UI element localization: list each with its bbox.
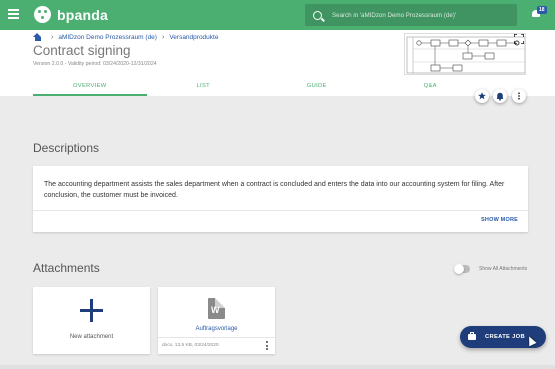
tab-guide[interactable]: GUIDE xyxy=(260,80,374,96)
word-document-icon: W xyxy=(208,298,225,319)
descriptions-heading: Descriptions xyxy=(33,141,100,155)
search-icon xyxy=(313,10,322,20)
search-input[interactable]: Search in 'aMIDzon Demo Prozessraum (de)… xyxy=(305,4,517,26)
bottom-edge xyxy=(0,365,555,369)
bell-icon xyxy=(496,92,504,101)
description-card: The accounting department assists the sa… xyxy=(33,166,528,232)
attachment-more-icon[interactable] xyxy=(266,341,269,351)
briefcase-icon xyxy=(468,332,476,340)
star-icon xyxy=(478,92,486,100)
search-placeholder: Search in 'aMIDzon Demo Prozessraum (de)… xyxy=(332,11,457,19)
tab-overview[interactable]: OVERVIEW xyxy=(33,80,147,96)
divider xyxy=(33,210,528,211)
attachments-heading: Attachments xyxy=(33,261,100,275)
new-attachment-label: New attachment xyxy=(69,334,114,340)
fullscreen-icon[interactable] xyxy=(514,34,524,44)
show-all-attachments-toggle[interactable] xyxy=(454,264,470,274)
breadcrumb: › aMIDzon Demo Prozessraum (de) › Versan… xyxy=(33,33,218,41)
menu-icon[interactable] xyxy=(8,9,19,21)
notification-badge: 18 xyxy=(537,6,547,14)
tab-qa[interactable]: Q&A xyxy=(374,80,488,96)
favorite-button[interactable] xyxy=(475,89,489,103)
breadcrumb-item-versandprodukte[interactable]: Versandprodukte xyxy=(169,34,218,41)
create-job-label: CREATE JOB xyxy=(485,334,525,340)
version-info: Version 2.0.0 - Validity period: 03/24/2… xyxy=(33,61,157,67)
plus-icon xyxy=(80,299,103,322)
new-attachment-card[interactable]: New attachment xyxy=(33,287,150,354)
top-bar: bpanda Search in 'aMIDzon Demo Prozessra… xyxy=(0,0,555,30)
description-text: The accounting department assists the sa… xyxy=(44,181,505,199)
tab-list[interactable]: LIST xyxy=(147,80,261,96)
attachment-meta: docx, 13.5 KB, 03/24/2020 xyxy=(162,343,219,348)
divider xyxy=(158,337,275,338)
process-diagram-thumbnail[interactable] xyxy=(404,33,526,75)
chevron-right-icon: › xyxy=(161,33,165,41)
show-more-button[interactable]: SHOW MORE xyxy=(481,217,518,223)
bpanda-logo-icon xyxy=(34,6,51,23)
tab-bar: OVERVIEW LIST GUIDE Q&A xyxy=(33,80,487,96)
attachment-name[interactable]: Auftragsvorlage xyxy=(158,326,275,332)
home-icon[interactable] xyxy=(33,33,42,41)
app-name: bpanda xyxy=(57,6,108,23)
app-logo[interactable]: bpanda xyxy=(34,6,108,23)
show-all-attachments-label: Show All Attachments xyxy=(479,266,528,272)
more-options-button[interactable] xyxy=(512,89,526,103)
chevron-right-icon: › xyxy=(51,33,54,41)
more-vertical-icon xyxy=(518,92,520,100)
subscribe-button[interactable] xyxy=(493,89,507,103)
page-title: Contract signing xyxy=(33,43,131,58)
process-diagram-image xyxy=(406,36,525,74)
attachment-card[interactable]: W Auftragsvorlage docx, 13.5 KB, 03/24/2… xyxy=(158,287,275,354)
breadcrumb-item-prozessraum[interactable]: aMIDzon Demo Prozessraum (de) xyxy=(58,34,157,41)
